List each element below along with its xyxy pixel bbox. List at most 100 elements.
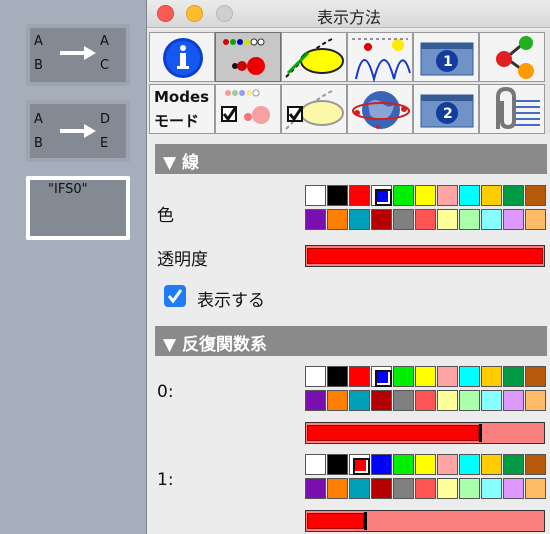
color-swatch[interactable]	[349, 478, 370, 499]
color-swatch[interactable]	[305, 390, 326, 411]
color-swatch[interactable]	[481, 390, 502, 411]
color-swatch[interactable]	[503, 366, 524, 387]
color-swatch[interactable]	[305, 454, 326, 475]
color-swatch[interactable]	[437, 478, 458, 499]
checkmark-icon	[167, 289, 183, 304]
color-swatch[interactable]	[525, 185, 546, 206]
color-swatch[interactable]	[481, 209, 502, 230]
color-swatch[interactable]	[437, 185, 458, 206]
color-swatch[interactable]	[481, 185, 502, 206]
color-swatch[interactable]	[371, 454, 392, 475]
globe-icon	[352, 91, 410, 129]
color-swatch[interactable]	[349, 185, 370, 206]
arrow-icon	[60, 124, 96, 138]
color-swatch[interactable]	[327, 366, 348, 387]
color-swatch[interactable]	[503, 209, 524, 230]
iter-label-0: 0:	[157, 382, 174, 402]
color-swatch[interactable]	[437, 366, 458, 387]
iter1-opacity-slider[interactable]	[305, 510, 545, 532]
iter0-color-palette[interactable]	[305, 366, 549, 414]
color-swatch[interactable]	[305, 209, 326, 230]
tool-arcs-button[interactable]	[347, 32, 413, 83]
color-swatch[interactable]	[393, 478, 414, 499]
color-swatch[interactable]	[349, 209, 370, 230]
color-swatch[interactable]	[459, 209, 480, 230]
color-swatch[interactable]	[459, 185, 480, 206]
color-swatch[interactable]	[393, 454, 414, 475]
tool-info-button[interactable]	[149, 32, 215, 82]
color-swatch[interactable]	[525, 366, 546, 387]
iter1-color-palette[interactable]	[305, 454, 549, 502]
tool-window2-button[interactable]: 2	[413, 84, 479, 134]
tool-clip-button[interactable]	[479, 84, 545, 134]
color-swatch[interactable]	[371, 366, 392, 387]
color-swatch[interactable]	[349, 366, 370, 387]
nodes-graph-icon	[496, 36, 534, 79]
color-swatch[interactable]	[459, 478, 480, 499]
color-swatch[interactable]	[415, 390, 436, 411]
color-swatch[interactable]	[371, 478, 392, 499]
color-swatch[interactable]	[415, 454, 436, 475]
color-swatch[interactable]	[327, 454, 348, 475]
tool-globe-button[interactable]	[347, 84, 413, 134]
color-swatch[interactable]	[503, 390, 524, 411]
color-swatch[interactable]	[415, 366, 436, 387]
map-node-ab-de[interactable]: A B D E	[26, 100, 130, 162]
section-header-iterated[interactable]: ▼ 反復関数系	[155, 326, 547, 356]
color-swatch[interactable]	[481, 366, 502, 387]
color-swatch[interactable]	[393, 366, 414, 387]
color-swatch[interactable]	[371, 209, 392, 230]
opacity-handle[interactable]	[364, 512, 367, 530]
tool-points-check-button[interactable]	[215, 84, 281, 134]
color-swatch[interactable]	[393, 209, 414, 230]
color-swatch[interactable]	[393, 390, 414, 411]
line-color-palette[interactable]	[305, 185, 549, 233]
color-swatch[interactable]	[327, 478, 348, 499]
color-swatch[interactable]	[525, 478, 546, 499]
line-opacity-slider[interactable]	[305, 245, 545, 267]
color-swatch[interactable]	[481, 478, 502, 499]
color-swatch[interactable]	[327, 209, 348, 230]
color-swatch[interactable]	[349, 454, 370, 475]
color-swatch[interactable]	[525, 209, 546, 230]
map-node-ifs0[interactable]: "IFS0"	[26, 176, 130, 240]
color-swatch[interactable]	[481, 454, 502, 475]
tool-graph-button[interactable]	[479, 32, 545, 82]
color-swatch[interactable]	[305, 366, 326, 387]
iter0-opacity-slider[interactable]	[305, 422, 545, 444]
section-header-line[interactable]: ▼ 線	[155, 144, 547, 174]
color-swatch[interactable]	[327, 185, 348, 206]
color-swatch[interactable]	[415, 209, 436, 230]
color-swatch[interactable]	[349, 390, 370, 411]
tool-window1-button[interactable]: 1	[413, 32, 479, 82]
tool-curve-button[interactable]	[281, 32, 347, 82]
color-swatch[interactable]	[503, 185, 524, 206]
color-swatch[interactable]	[437, 390, 458, 411]
tool-ellipse-check-button[interactable]	[281, 84, 347, 134]
color-swatch[interactable]	[459, 454, 480, 475]
color-swatch[interactable]	[525, 454, 546, 475]
color-swatch[interactable]	[459, 366, 480, 387]
color-swatch[interactable]	[437, 454, 458, 475]
graph-canvas[interactable]: A B A C A B D E "IFS0"	[0, 0, 146, 534]
color-swatch[interactable]	[327, 390, 348, 411]
show-checkbox[interactable]	[164, 285, 186, 307]
map-node-ab-ac[interactable]: A B A C	[26, 24, 130, 86]
node-right-bottom: C	[100, 58, 110, 73]
color-swatch[interactable]	[393, 185, 414, 206]
color-swatch[interactable]	[305, 185, 326, 206]
title-bar[interactable]: 表示方法	[147, 0, 550, 28]
color-swatch[interactable]	[503, 478, 524, 499]
tool-modes-button[interactable]: Modes モード	[149, 84, 215, 134]
tool-points-button[interactable]	[215, 32, 281, 82]
color-swatch[interactable]	[525, 390, 546, 411]
opacity-handle[interactable]	[479, 424, 482, 442]
color-swatch[interactable]	[459, 390, 480, 411]
color-swatch[interactable]	[503, 454, 524, 475]
color-swatch[interactable]	[305, 478, 326, 499]
color-swatch[interactable]	[415, 185, 436, 206]
color-swatch[interactable]	[437, 209, 458, 230]
color-swatch[interactable]	[415, 478, 436, 499]
color-swatch[interactable]	[371, 390, 392, 411]
color-swatch[interactable]	[371, 185, 392, 206]
